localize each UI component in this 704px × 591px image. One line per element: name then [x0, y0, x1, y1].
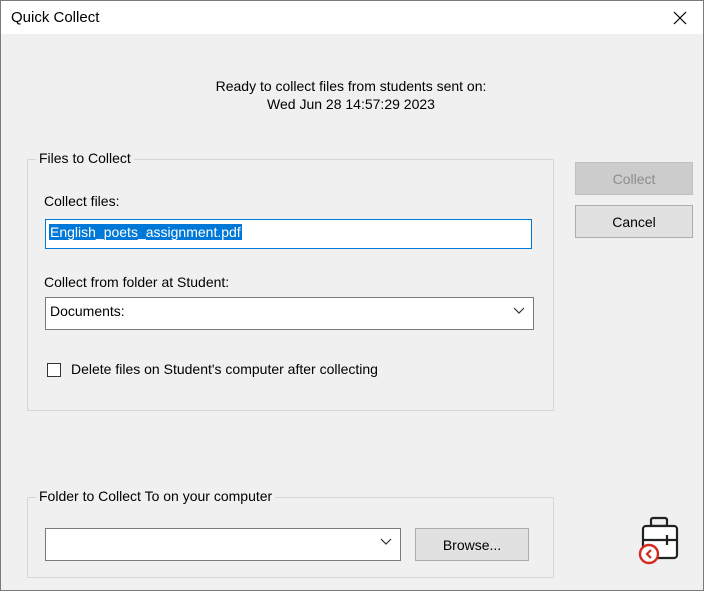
delete-files-label[interactable]: Delete files on Student's computer after…	[71, 361, 378, 377]
briefcase-collect-icon	[637, 516, 681, 566]
delete-files-checkbox[interactable]	[47, 363, 61, 377]
status-timestamp: Wed Jun 28 14:57:29 2023	[267, 96, 435, 112]
files-to-collect-group: Files to Collect Collect files: English_…	[27, 150, 554, 411]
window-title: Quick Collect	[11, 9, 100, 26]
chevron-down-icon	[380, 538, 392, 545]
folder-to-collect-to-group: Folder to Collect To on your computer Br…	[27, 488, 554, 578]
title-bar: Quick Collect	[1, 1, 703, 34]
collect-from-folder-value: Documents:	[50, 303, 125, 319]
chevron-down-icon	[513, 307, 525, 314]
collect-from-folder-select[interactable]: Documents:	[45, 297, 534, 330]
collect-files-input[interactable]: English_poets_assignment.pdf	[45, 219, 532, 249]
close-icon	[673, 11, 687, 24]
collect-files-value: English_poets_assignment.pdf	[49, 224, 242, 240]
status-info: Ready to collect files from students sen…	[161, 77, 541, 113]
status-line-1: Ready to collect files from students sen…	[215, 78, 487, 94]
folder-to-collect-to-legend: Folder to Collect To on your computer	[36, 488, 276, 504]
quick-collect-dialog: Quick Collect Ready to collect files fro…	[0, 0, 704, 591]
collect-from-label: Collect from folder at Student:	[44, 274, 230, 290]
cancel-button[interactable]: Cancel	[575, 205, 693, 238]
browse-button[interactable]: Browse...	[415, 528, 529, 561]
collect-files-label: Collect files:	[44, 193, 120, 209]
close-button[interactable]	[657, 1, 703, 34]
files-to-collect-legend: Files to Collect	[36, 150, 134, 166]
destination-folder-select[interactable]	[45, 528, 401, 561]
collect-button[interactable]: Collect	[575, 162, 693, 195]
